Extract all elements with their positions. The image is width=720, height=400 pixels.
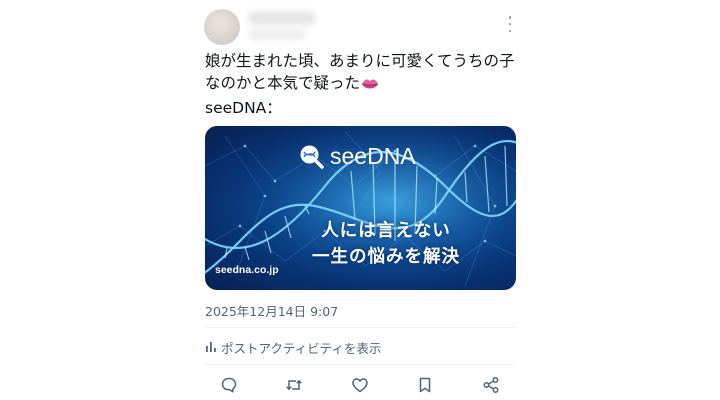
- post-text-line: seeDNA：: [205, 99, 282, 117]
- repost-icon: [286, 379, 302, 391]
- display-name-redacted[interactable]: [248, 11, 316, 25]
- reply-button[interactable]: [218, 374, 240, 396]
- repost-button[interactable]: [283, 374, 305, 396]
- activity-label: ポストアクティビティを表示: [221, 340, 382, 356]
- post-text-line: 娘が生まれた頃、あまりに可愛くてうちの子: [205, 52, 515, 70]
- magnifier-dna-icon: [300, 145, 324, 169]
- ad-image-card[interactable]: seeDNA 人には言えない 一生の悩みを解決 seedna.co.jp: [205, 126, 516, 290]
- like-button[interactable]: [349, 374, 371, 396]
- bookmark-button[interactable]: [414, 374, 436, 396]
- post-text-line: なのかと本気で疑った: [205, 72, 525, 97]
- headline-line: 一生の悩みを解決: [312, 247, 460, 267]
- bookmark-icon: [419, 377, 431, 393]
- share-icon: [483, 377, 499, 393]
- headline-line: 人には言えない: [321, 221, 451, 241]
- bar-chart-icon: [206, 342, 216, 352]
- reply-icon: [221, 377, 237, 393]
- view-post-activity-link[interactable]: ポストアクティビティを表示: [205, 338, 381, 356]
- divider: [205, 327, 516, 328]
- ad-domain-label: seedna.co.jp: [215, 264, 279, 276]
- more-vertical-icon[interactable]: [504, 16, 516, 32]
- action-bar: [192, 374, 528, 396]
- share-button[interactable]: [480, 374, 502, 396]
- seedna-logo: seeDNA: [298, 142, 416, 170]
- username-redacted[interactable]: [248, 29, 306, 40]
- ad-headline: 人には言えない 一生の悩みを解決: [291, 218, 481, 270]
- post-text: 娘が生まれた頃、あまりに可愛くてうちの子 なのかと本気で疑った seeDNA：: [205, 50, 525, 119]
- kiss-mark-icon: [361, 75, 379, 97]
- post-card: 娘が生まれた頃、あまりに可愛くてうちの子 なのかと本気で疑った seeDNA：: [192, 0, 528, 400]
- like-icon: [352, 378, 368, 393]
- post-timestamp[interactable]: 2025年12月14日 9:07: [205, 301, 338, 320]
- avatar[interactable]: [204, 9, 240, 45]
- divider: [205, 364, 516, 365]
- brand-name: seeDNA: [330, 142, 416, 169]
